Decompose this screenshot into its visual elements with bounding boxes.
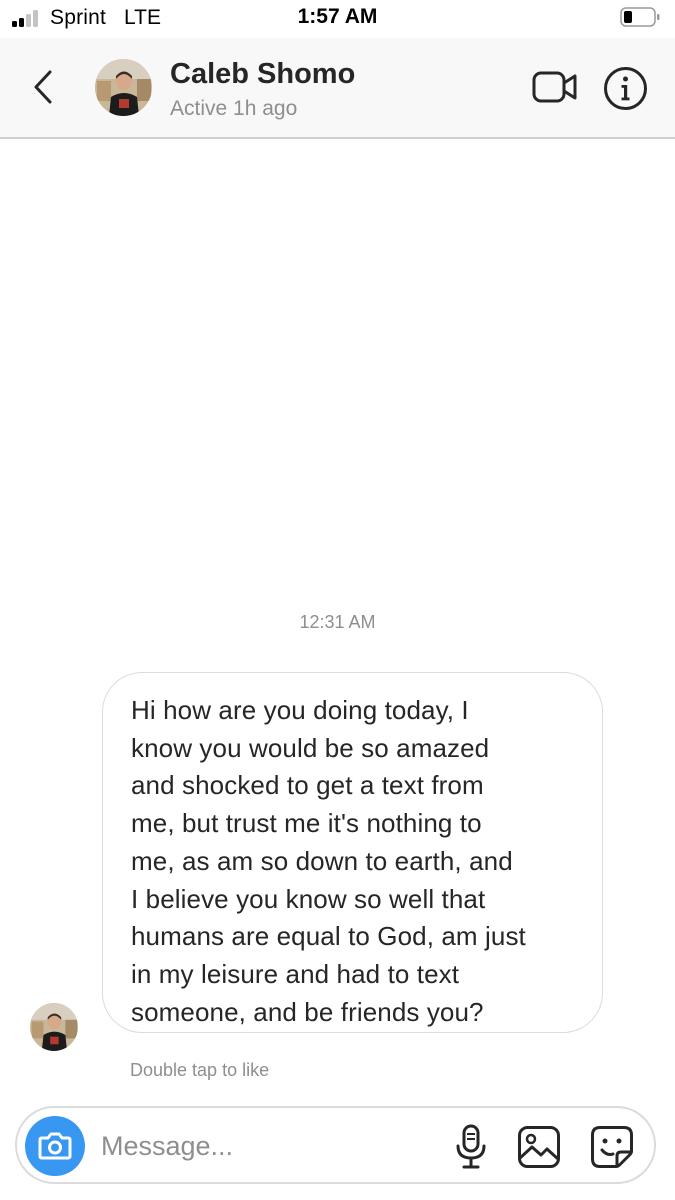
battery-icon [620, 7, 660, 27]
sticker-icon[interactable] [590, 1125, 634, 1169]
sender-avatar[interactable] [30, 1003, 78, 1051]
status-bar: Sprint LTE 1:57 AM [0, 0, 675, 38]
message-timestamp: 12:31 AM [299, 612, 376, 632]
video-camera-icon[interactable] [532, 70, 578, 104]
contact-name[interactable]: Caleb Shomo [170, 58, 355, 91]
double-tap-hint: Double tap to like [130, 1060, 270, 1080]
microphone-icon[interactable] [454, 1124, 488, 1170]
incoming-message-bubble[interactable]: Hi how are you doing today, I know you w… [102, 672, 603, 1033]
camera-icon [38, 1132, 72, 1160]
clock: 1:57 AM [297, 5, 378, 28]
image-icon[interactable] [517, 1125, 561, 1169]
activity-status: Active 1h ago [170, 97, 298, 120]
camera-button[interactable] [25, 1116, 85, 1176]
chat-header: Caleb Shomo Active 1h ago [0, 38, 675, 139]
message-input[interactable] [101, 1126, 441, 1166]
chevron-left-icon[interactable] [30, 68, 56, 106]
avatar[interactable] [95, 59, 152, 116]
message-composer [15, 1106, 656, 1184]
info-icon[interactable] [603, 66, 648, 111]
